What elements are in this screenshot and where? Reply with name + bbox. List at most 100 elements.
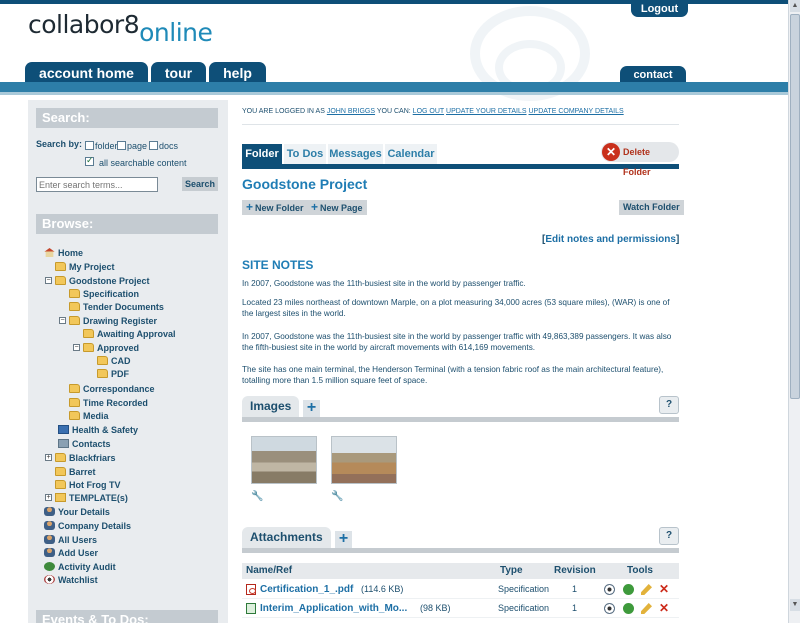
- collapse-icon[interactable]: −: [73, 344, 80, 351]
- tree-item-cad[interactable]: CAD: [97, 355, 131, 367]
- column-revision: Revision: [554, 565, 596, 576]
- add-attachment-button[interactable]: +: [335, 531, 352, 548]
- nav-bar: [0, 82, 788, 92]
- tree-item-your-details[interactable]: Your Details: [44, 506, 110, 518]
- tree-item-activity-audit[interactable]: Activity Audit: [44, 561, 116, 573]
- images-section-header: Images + ?: [242, 396, 679, 418]
- tree-item-awaiting-approval[interactable]: Awaiting Approval: [83, 328, 176, 340]
- expand-icon[interactable]: +: [45, 454, 52, 461]
- wrench-icon[interactable]: 🔧: [331, 491, 343, 502]
- attachments-help-icon[interactable]: ?: [659, 527, 679, 545]
- attachment-name-link[interactable]: Certification_1_.pdf: [260, 580, 353, 599]
- collapse-icon[interactable]: −: [59, 317, 66, 324]
- attachment-type: Specification: [498, 603, 550, 613]
- add-image-button[interactable]: +: [303, 400, 320, 417]
- edit-icon[interactable]: [641, 584, 652, 595]
- home-icon: [44, 248, 55, 257]
- view-icon[interactable]: [604, 584, 615, 595]
- wrench-icon[interactable]: 🔧: [251, 491, 263, 502]
- folder-checkbox[interactable]: [85, 141, 94, 150]
- tree-item-my-project[interactable]: My Project: [55, 261, 115, 273]
- template-icon: [55, 493, 66, 502]
- site-photo-thumbnail[interactable]: [331, 436, 397, 484]
- user-name-link[interactable]: JOHN BRIGGS: [327, 108, 375, 115]
- update-company-link[interactable]: UPDATE COMPANY DETAILS: [529, 108, 624, 115]
- notes-paragraph: In 2007, Goodstone was the 11th-busiest …: [242, 279, 526, 288]
- tab-folder[interactable]: Folder: [242, 144, 282, 164]
- tree-item-health-safety[interactable]: Health & Safety: [58, 424, 138, 436]
- folder-icon: [55, 480, 66, 489]
- images-title: Images: [242, 396, 300, 418]
- nav-bar-underline: [0, 92, 788, 95]
- delete-icon[interactable]: ✕: [659, 583, 670, 595]
- tree-item-all-users[interactable]: All Users: [44, 534, 97, 546]
- folder-icon: [83, 329, 94, 338]
- update-details-link[interactable]: UPDATE YOUR DETAILS: [446, 108, 527, 115]
- vertical-scrollbar[interactable]: ▲ ▼: [788, 0, 800, 623]
- folder-icon: [69, 384, 80, 393]
- tree-item-approved[interactable]: Approved: [83, 342, 139, 354]
- search-input[interactable]: [36, 177, 158, 192]
- folder-icon: [97, 356, 108, 365]
- search-by-label: Search by:: [36, 139, 83, 149]
- folder-icon: [55, 453, 66, 462]
- images-help-icon[interactable]: ?: [659, 396, 679, 414]
- tree-item-blackfriars[interactable]: Blackfriars: [55, 452, 116, 464]
- tree-item-contacts[interactable]: Contacts: [58, 438, 111, 450]
- attachment-name-link[interactable]: Interim_Application_with_Mo...: [260, 599, 407, 618]
- expand-icon[interactable]: +: [45, 494, 52, 501]
- edit-icon[interactable]: [641, 603, 652, 614]
- docs-checkbox[interactable]: [149, 141, 158, 150]
- tab-messages[interactable]: Messages: [328, 144, 383, 164]
- tree-item-time-recorded[interactable]: Time Recorded: [69, 397, 148, 409]
- attachments-section-header: Attachments + ?: [242, 527, 679, 549]
- folder-icon: [69, 398, 80, 407]
- new-folder-button[interactable]: + New Folder: [242, 200, 308, 215]
- folder-icon: [69, 302, 80, 311]
- tree-item-company-details[interactable]: Company Details: [44, 520, 131, 532]
- logout-button[interactable]: Logout: [631, 2, 688, 17]
- nav-tab-account-home[interactable]: account home: [25, 62, 148, 84]
- plus-icon: +: [246, 200, 254, 214]
- site-photo-thumbnail[interactable]: [251, 436, 317, 484]
- user-icon: [44, 507, 55, 516]
- collabor8-logo[interactable]: collabor8online: [28, 10, 213, 47]
- tree-item-drawing-register[interactable]: Drawing Register: [69, 315, 157, 327]
- tree-item-specification[interactable]: Specification: [69, 288, 139, 300]
- tree-item-correspondance[interactable]: Correspondance: [69, 383, 155, 395]
- tree-item-pdf[interactable]: PDF: [97, 368, 129, 380]
- tree-item-hot-frog-tv[interactable]: Hot Frog TV: [55, 479, 121, 491]
- column-type: Type: [500, 565, 523, 576]
- nav-tab-help[interactable]: help: [209, 62, 266, 84]
- scrollbar-thumb[interactable]: [790, 14, 800, 399]
- table-row: Certification_1_.pdf (114.6 KB) Specific…: [242, 580, 679, 599]
- search-button[interactable]: Search: [182, 177, 218, 191]
- monitor-icon: [58, 425, 69, 434]
- all-content-checkbox[interactable]: [85, 155, 94, 166]
- view-icon[interactable]: [604, 603, 615, 614]
- new-page-button[interactable]: + New Page: [307, 200, 367, 215]
- download-icon[interactable]: [623, 603, 634, 614]
- scroll-down-arrow-icon[interactable]: ▼: [790, 599, 800, 611]
- tree-item-tender-documents[interactable]: Tender Documents: [69, 301, 164, 313]
- eye-icon: [44, 575, 55, 584]
- tree-item-watchlist[interactable]: Watchlist: [44, 574, 98, 586]
- scroll-up-arrow-icon[interactable]: ▲: [790, 0, 800, 12]
- tree-item-barret[interactable]: Barret: [55, 466, 96, 478]
- tab-to-dos[interactable]: To Dos: [284, 144, 326, 164]
- watch-folder-button[interactable]: Watch Folder: [619, 200, 684, 215]
- edit-notes-link[interactable]: [Edit notes and permissions]: [542, 234, 679, 245]
- page-checkbox[interactable]: [117, 141, 126, 150]
- tree-item-media[interactable]: Media: [69, 410, 109, 422]
- tree-item-templates[interactable]: TEMPLATE(s): [55, 492, 128, 504]
- tab-calendar[interactable]: Calendar: [385, 144, 437, 164]
- tree-item-goodstone-project[interactable]: Goodstone Project: [55, 275, 150, 287]
- tree-item-add-user[interactable]: Add User: [44, 547, 98, 559]
- download-icon[interactable]: [623, 584, 634, 595]
- delete-icon[interactable]: ✕: [659, 602, 670, 614]
- tree-item-home[interactable]: Home: [44, 247, 83, 259]
- nav-tab-tour[interactable]: tour: [151, 62, 206, 84]
- delete-folder-button[interactable]: ✕ Delete Folder: [601, 142, 679, 177]
- collapse-icon[interactable]: −: [45, 277, 52, 284]
- logout-link[interactable]: LOG OUT: [413, 108, 444, 115]
